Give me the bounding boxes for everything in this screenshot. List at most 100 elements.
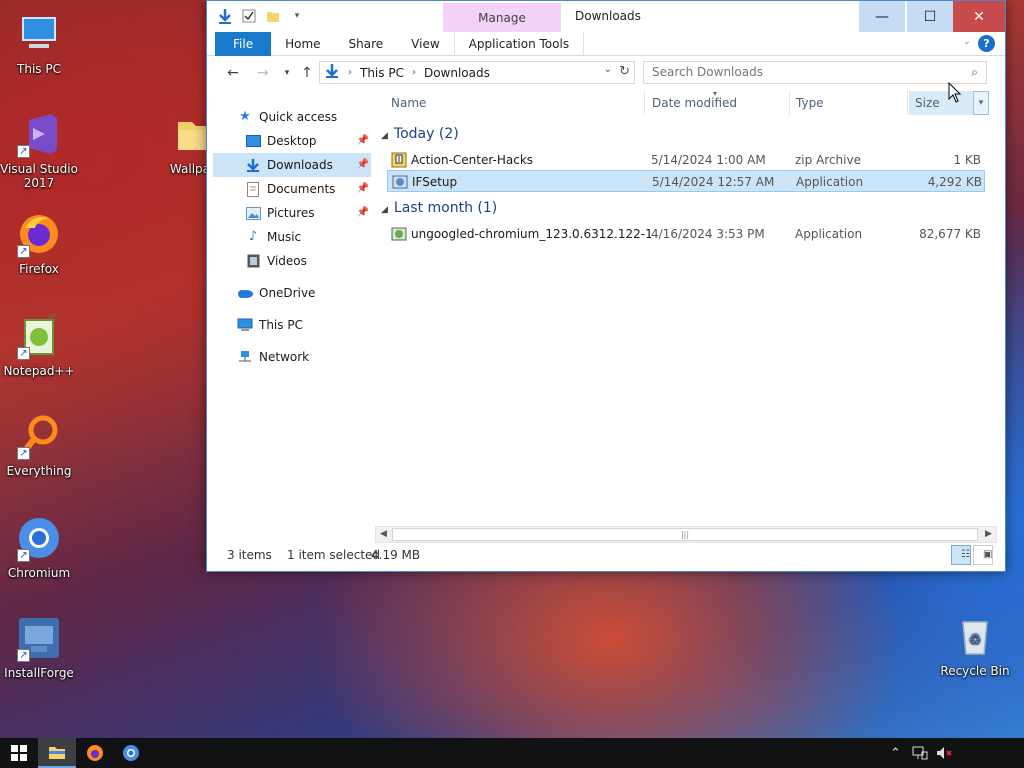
show-hidden-icons-chevron-up-icon[interactable]: ⌃ xyxy=(890,746,901,761)
computer-icon xyxy=(15,10,63,58)
group-header-last-month[interactable]: ◢ Last month (1) xyxy=(381,197,497,219)
desktop-icon-wallpaper-folder[interactable]: Wallpa xyxy=(150,110,210,176)
desktop-icon-everything[interactable]: ↗ Everything xyxy=(0,412,78,478)
tab-application-tools[interactable]: Application Tools xyxy=(453,31,585,56)
desktop-icon-recycle-bin[interactable]: ♻ Recycle Bin xyxy=(936,612,1014,678)
pin-icon[interactable]: 📌 xyxy=(357,153,369,177)
nav-documents[interactable]: Documents 📌 xyxy=(213,177,371,201)
refresh-icon[interactable]: ↻ xyxy=(619,64,630,79)
desktop-icon-label: Chromium xyxy=(7,566,71,580)
pin-icon[interactable]: 📌 xyxy=(357,177,369,201)
desktop-icon-visual-studio[interactable]: ↗ Visual Studio 2017 xyxy=(0,110,78,190)
manage-contextual-tab[interactable]: Manage xyxy=(443,3,561,32)
forward-button[interactable]: → xyxy=(253,63,273,83)
large-icons-view-button[interactable]: ▣ xyxy=(973,545,993,565)
pin-icon[interactable]: 📌 xyxy=(357,129,369,153)
back-button[interactable]: ← xyxy=(223,63,243,83)
tab-file[interactable]: File xyxy=(215,31,272,56)
properties-icon[interactable] xyxy=(239,5,259,27)
desktop-icon-firefox[interactable]: ↗ Firefox xyxy=(0,210,78,276)
table-row[interactable]: ungoogled-chromium_123.0.6312.122-1.... … xyxy=(387,223,985,245)
network-status-icon[interactable] xyxy=(912,746,928,764)
taskbar-file-explorer[interactable] xyxy=(38,738,76,768)
application-icon xyxy=(392,175,408,189)
status-selection: 1 item selected xyxy=(287,548,381,562)
new-folder-icon[interactable] xyxy=(263,5,283,27)
table-row-selected[interactable]: IFSetup 5/14/2024 12:57 AM Application 4… xyxy=(387,170,985,192)
taskbar-firefox[interactable] xyxy=(76,738,114,768)
desktop-icon-installforge[interactable]: ↗ InstallForge xyxy=(0,614,78,680)
nav-desktop[interactable]: Desktop 📌 xyxy=(213,129,371,153)
nav-network[interactable]: Network xyxy=(213,345,371,369)
scroll-left-icon[interactable]: ◀ xyxy=(376,527,391,542)
nav-onedrive[interactable]: OneDrive xyxy=(213,281,371,305)
up-button[interactable]: ↑ xyxy=(297,63,317,83)
table-row[interactable]: Action-Center-Hacks 5/14/2024 1:00 AM zi… xyxy=(387,149,985,171)
shortcut-arrow-icon: ↗ xyxy=(17,549,30,562)
file-date: 4/16/2024 3:53 PM xyxy=(651,227,765,241)
clock[interactable] xyxy=(966,742,1016,764)
column-header-name[interactable]: Name xyxy=(385,91,645,115)
minimize-button[interactable]: — xyxy=(859,1,905,32)
nav-pictures[interactable]: Pictures 📌 xyxy=(213,201,371,225)
start-button[interactable] xyxy=(0,738,38,768)
status-selection-size: 4.19 MB xyxy=(371,548,421,562)
desktop-icon-label: Everything xyxy=(6,464,72,478)
minimize-icon: — xyxy=(875,8,889,25)
column-header-size[interactable]: Size xyxy=(909,91,973,115)
file-type: Application xyxy=(795,227,863,241)
magnifier-icon: ↗ xyxy=(15,412,63,460)
chevron-down-icon: ▾ xyxy=(284,68,290,78)
volume-muted-icon[interactable] xyxy=(936,746,954,764)
desktop-icon-label: InstallForge xyxy=(4,666,74,680)
desktop-icon-chromium[interactable]: ↗ Chromium xyxy=(0,514,78,580)
details-view-button[interactable]: ☷ xyxy=(951,545,971,565)
group-label: Last month (1) xyxy=(393,200,498,216)
nav-label: Music xyxy=(267,230,302,244)
taskbar: ⌃ xyxy=(0,738,1024,768)
nav-label: Videos xyxy=(267,254,307,268)
tab-view[interactable]: View xyxy=(397,32,453,56)
desktop-icon-label: Recycle Bin xyxy=(940,664,1010,678)
computer-icon xyxy=(237,317,253,333)
customize-toolbar-dropdown-icon[interactable]: ▾ xyxy=(287,5,307,27)
horizontal-scrollbar[interactable]: ◀ ||| ▶ xyxy=(375,526,997,543)
download-arrow-icon xyxy=(324,63,340,82)
breadcrumb-this-pc[interactable]: This PC xyxy=(360,66,404,80)
tab-share[interactable]: Share xyxy=(335,32,398,56)
address-dropdown-icon[interactable]: ⌄ xyxy=(604,64,612,75)
nav-downloads[interactable]: Downloads 📌 xyxy=(213,153,371,177)
recent-locations-button[interactable]: ▾ xyxy=(277,63,297,83)
nav-label: Network xyxy=(259,350,310,364)
forward-arrow-icon: → xyxy=(257,65,269,81)
maximize-button[interactable]: ☐ xyxy=(907,1,953,32)
shortcut-arrow-icon: ↗ xyxy=(17,347,30,360)
title-bar[interactable]: ▾ Manage Downloads — ☐ ✕ xyxy=(207,1,1005,32)
help-icon[interactable]: ? xyxy=(978,35,995,52)
desktop-icon-notepad-plus-plus[interactable]: ↗ Notepad++ xyxy=(0,312,78,378)
svg-text:♻: ♻ xyxy=(969,632,982,648)
column-header-date-modified[interactable]: Date modified xyxy=(646,91,790,115)
address-bar[interactable]: › This PC › Downloads ⌄ ↻ xyxy=(319,61,635,84)
nav-quick-access[interactable]: ★ Quick access xyxy=(213,105,371,129)
breadcrumb-downloads[interactable]: Downloads xyxy=(424,66,490,80)
nav-this-pc[interactable]: This PC xyxy=(213,313,371,337)
chromium-icon xyxy=(123,745,139,761)
taskbar-chromium[interactable] xyxy=(112,738,150,768)
scroll-right-icon[interactable]: ▶ xyxy=(981,527,996,542)
group-header-today[interactable]: ◢ Today (2) xyxy=(381,123,459,145)
tab-home[interactable]: Home xyxy=(271,32,334,56)
column-header-type[interactable]: Type xyxy=(790,91,908,115)
nav-videos[interactable]: Videos xyxy=(213,249,371,273)
search-input[interactable]: Search Downloads ⌕ xyxy=(643,61,987,84)
pin-icon[interactable]: 📌 xyxy=(357,201,369,225)
expand-ribbon-icon[interactable]: ⌄ xyxy=(963,36,971,47)
column-filter-dropdown-icon[interactable]: ▾ xyxy=(973,91,989,115)
nav-label: Desktop xyxy=(267,134,317,148)
desktop-icon-this-pc[interactable]: This PC xyxy=(0,10,78,76)
sort-arrow-icon: ▾ xyxy=(713,89,718,98)
shortcut-arrow-icon: ↗ xyxy=(17,145,30,158)
nav-music[interactable]: ♪ Music xyxy=(213,225,371,249)
scrollbar-thumb[interactable]: ||| xyxy=(392,528,978,541)
close-button[interactable]: ✕ xyxy=(953,1,1005,32)
